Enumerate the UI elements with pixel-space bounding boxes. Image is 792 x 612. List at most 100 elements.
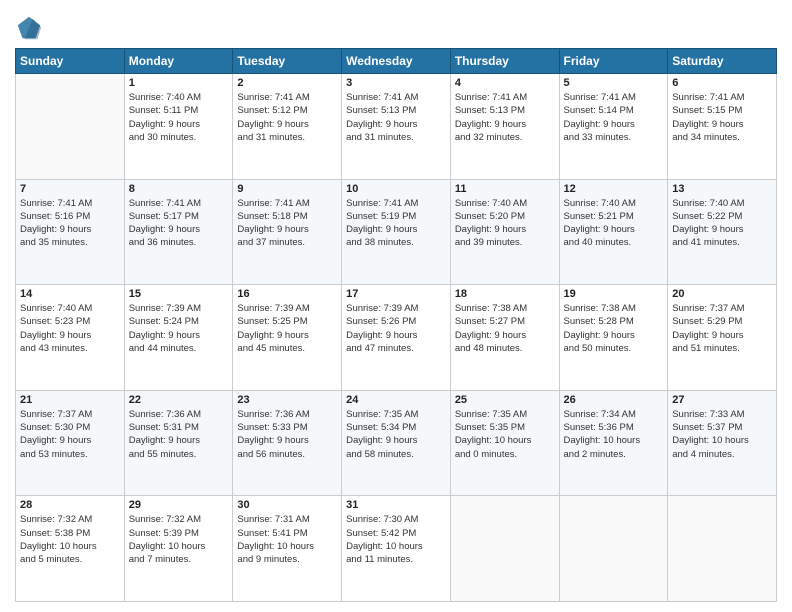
day-number: 13 bbox=[672, 183, 772, 195]
day-info-line: Daylight: 10 hours bbox=[564, 434, 664, 447]
calendar-cell: 5Sunrise: 7:41 AMSunset: 5:14 PMDaylight… bbox=[559, 74, 668, 180]
day-info-line: Sunset: 5:34 PM bbox=[346, 421, 446, 434]
day-number: 11 bbox=[455, 183, 555, 195]
day-info-line: and 7 minutes. bbox=[129, 553, 229, 566]
day-info-line: Daylight: 10 hours bbox=[672, 434, 772, 447]
logo bbox=[15, 14, 47, 42]
day-info-line: Sunrise: 7:40 AM bbox=[455, 197, 555, 210]
day-number: 27 bbox=[672, 394, 772, 406]
day-info-line: Sunrise: 7:41 AM bbox=[237, 91, 337, 104]
day-info-line: and 32 minutes. bbox=[455, 131, 555, 144]
day-info-line: and 37 minutes. bbox=[237, 236, 337, 249]
calendar-cell: 31Sunrise: 7:30 AMSunset: 5:42 PMDayligh… bbox=[342, 496, 451, 602]
calendar-cell: 28Sunrise: 7:32 AMSunset: 5:38 PMDayligh… bbox=[16, 496, 125, 602]
day-info-line: and 2 minutes. bbox=[564, 448, 664, 461]
day-info-line: Sunset: 5:14 PM bbox=[564, 104, 664, 117]
day-info-line: Sunrise: 7:32 AM bbox=[20, 513, 120, 526]
day-info-line: and 11 minutes. bbox=[346, 553, 446, 566]
day-info-line: Sunset: 5:16 PM bbox=[20, 210, 120, 223]
day-number: 23 bbox=[237, 394, 337, 406]
calendar-week-row: 7Sunrise: 7:41 AMSunset: 5:16 PMDaylight… bbox=[16, 179, 777, 285]
calendar-cell: 21Sunrise: 7:37 AMSunset: 5:30 PMDayligh… bbox=[16, 390, 125, 496]
logo-icon bbox=[15, 14, 43, 42]
day-number: 9 bbox=[237, 183, 337, 195]
day-info-line: Sunrise: 7:37 AM bbox=[20, 408, 120, 421]
day-info-line: and 9 minutes. bbox=[237, 553, 337, 566]
day-info-line: Sunset: 5:37 PM bbox=[672, 421, 772, 434]
day-info-line: Sunset: 5:21 PM bbox=[564, 210, 664, 223]
day-info-line: Sunrise: 7:41 AM bbox=[564, 91, 664, 104]
day-info-line: Daylight: 9 hours bbox=[20, 223, 120, 236]
day-info-line: Daylight: 10 hours bbox=[129, 540, 229, 553]
day-info-line: and 36 minutes. bbox=[129, 236, 229, 249]
calendar-cell: 30Sunrise: 7:31 AMSunset: 5:41 PMDayligh… bbox=[233, 496, 342, 602]
calendar-cell bbox=[450, 496, 559, 602]
day-info-line: Sunrise: 7:41 AM bbox=[672, 91, 772, 104]
day-info-line: Sunrise: 7:41 AM bbox=[237, 197, 337, 210]
day-info-line: and 38 minutes. bbox=[346, 236, 446, 249]
day-info-line: Sunset: 5:22 PM bbox=[672, 210, 772, 223]
calendar-cell: 10Sunrise: 7:41 AMSunset: 5:19 PMDayligh… bbox=[342, 179, 451, 285]
calendar-cell: 11Sunrise: 7:40 AMSunset: 5:20 PMDayligh… bbox=[450, 179, 559, 285]
day-info-line: Daylight: 9 hours bbox=[129, 329, 229, 342]
day-info-line: Sunset: 5:31 PM bbox=[129, 421, 229, 434]
day-info-line: Daylight: 9 hours bbox=[346, 329, 446, 342]
day-info-line: Sunset: 5:35 PM bbox=[455, 421, 555, 434]
day-info-line: Sunrise: 7:40 AM bbox=[20, 302, 120, 315]
day-number: 17 bbox=[346, 288, 446, 300]
day-info-line: Daylight: 9 hours bbox=[129, 434, 229, 447]
day-info-line: Daylight: 9 hours bbox=[672, 223, 772, 236]
calendar-cell: 12Sunrise: 7:40 AMSunset: 5:21 PMDayligh… bbox=[559, 179, 668, 285]
day-info-line: Sunrise: 7:41 AM bbox=[346, 91, 446, 104]
day-info-line: Sunset: 5:38 PM bbox=[20, 527, 120, 540]
day-info-line: Daylight: 9 hours bbox=[20, 329, 120, 342]
day-info-line: and 51 minutes. bbox=[672, 342, 772, 355]
day-info-line: Sunrise: 7:34 AM bbox=[564, 408, 664, 421]
day-info-line: Sunrise: 7:36 AM bbox=[237, 408, 337, 421]
day-info-line: Sunrise: 7:32 AM bbox=[129, 513, 229, 526]
day-info-line: Daylight: 9 hours bbox=[237, 434, 337, 447]
day-info-line: Sunrise: 7:41 AM bbox=[455, 91, 555, 104]
day-info-line: Sunrise: 7:40 AM bbox=[564, 197, 664, 210]
calendar-cell: 1Sunrise: 7:40 AMSunset: 5:11 PMDaylight… bbox=[124, 74, 233, 180]
day-info-line: and 48 minutes. bbox=[455, 342, 555, 355]
day-number: 15 bbox=[129, 288, 229, 300]
day-info-line: Sunset: 5:24 PM bbox=[129, 315, 229, 328]
day-info-line: and 43 minutes. bbox=[20, 342, 120, 355]
day-info-line: Daylight: 9 hours bbox=[346, 223, 446, 236]
day-info-line: Daylight: 9 hours bbox=[455, 223, 555, 236]
day-number: 26 bbox=[564, 394, 664, 406]
day-number: 10 bbox=[346, 183, 446, 195]
weekday-header-wednesday: Wednesday bbox=[342, 49, 451, 74]
day-info-line: Daylight: 9 hours bbox=[346, 118, 446, 131]
day-number: 6 bbox=[672, 77, 772, 89]
day-number: 21 bbox=[20, 394, 120, 406]
calendar-page: SundayMondayTuesdayWednesdayThursdayFrid… bbox=[0, 0, 792, 612]
day-number: 22 bbox=[129, 394, 229, 406]
day-info-line: and 34 minutes. bbox=[672, 131, 772, 144]
day-info-line: Sunset: 5:17 PM bbox=[129, 210, 229, 223]
day-info-line: and 47 minutes. bbox=[346, 342, 446, 355]
calendar-cell: 19Sunrise: 7:38 AMSunset: 5:28 PMDayligh… bbox=[559, 285, 668, 391]
calendar-cell: 15Sunrise: 7:39 AMSunset: 5:24 PMDayligh… bbox=[124, 285, 233, 391]
day-number: 18 bbox=[455, 288, 555, 300]
day-info-line: Daylight: 10 hours bbox=[455, 434, 555, 447]
day-info-line: Daylight: 9 hours bbox=[346, 434, 446, 447]
day-info-line: and 33 minutes. bbox=[564, 131, 664, 144]
day-number: 3 bbox=[346, 77, 446, 89]
day-info-line: Daylight: 9 hours bbox=[455, 118, 555, 131]
weekday-header-saturday: Saturday bbox=[668, 49, 777, 74]
day-info-line: Sunrise: 7:41 AM bbox=[20, 197, 120, 210]
weekday-header-monday: Monday bbox=[124, 49, 233, 74]
day-info-line: Daylight: 9 hours bbox=[237, 118, 337, 131]
calendar-cell: 7Sunrise: 7:41 AMSunset: 5:16 PMDaylight… bbox=[16, 179, 125, 285]
calendar-cell: 22Sunrise: 7:36 AMSunset: 5:31 PMDayligh… bbox=[124, 390, 233, 496]
calendar-cell: 18Sunrise: 7:38 AMSunset: 5:27 PMDayligh… bbox=[450, 285, 559, 391]
day-info-line: Sunrise: 7:40 AM bbox=[672, 197, 772, 210]
day-info-line: Sunset: 5:11 PM bbox=[129, 104, 229, 117]
calendar-cell: 20Sunrise: 7:37 AMSunset: 5:29 PMDayligh… bbox=[668, 285, 777, 391]
day-info-line: and 50 minutes. bbox=[564, 342, 664, 355]
day-info-line: Sunrise: 7:40 AM bbox=[129, 91, 229, 104]
day-number: 29 bbox=[129, 499, 229, 511]
day-info-line: Daylight: 9 hours bbox=[129, 118, 229, 131]
